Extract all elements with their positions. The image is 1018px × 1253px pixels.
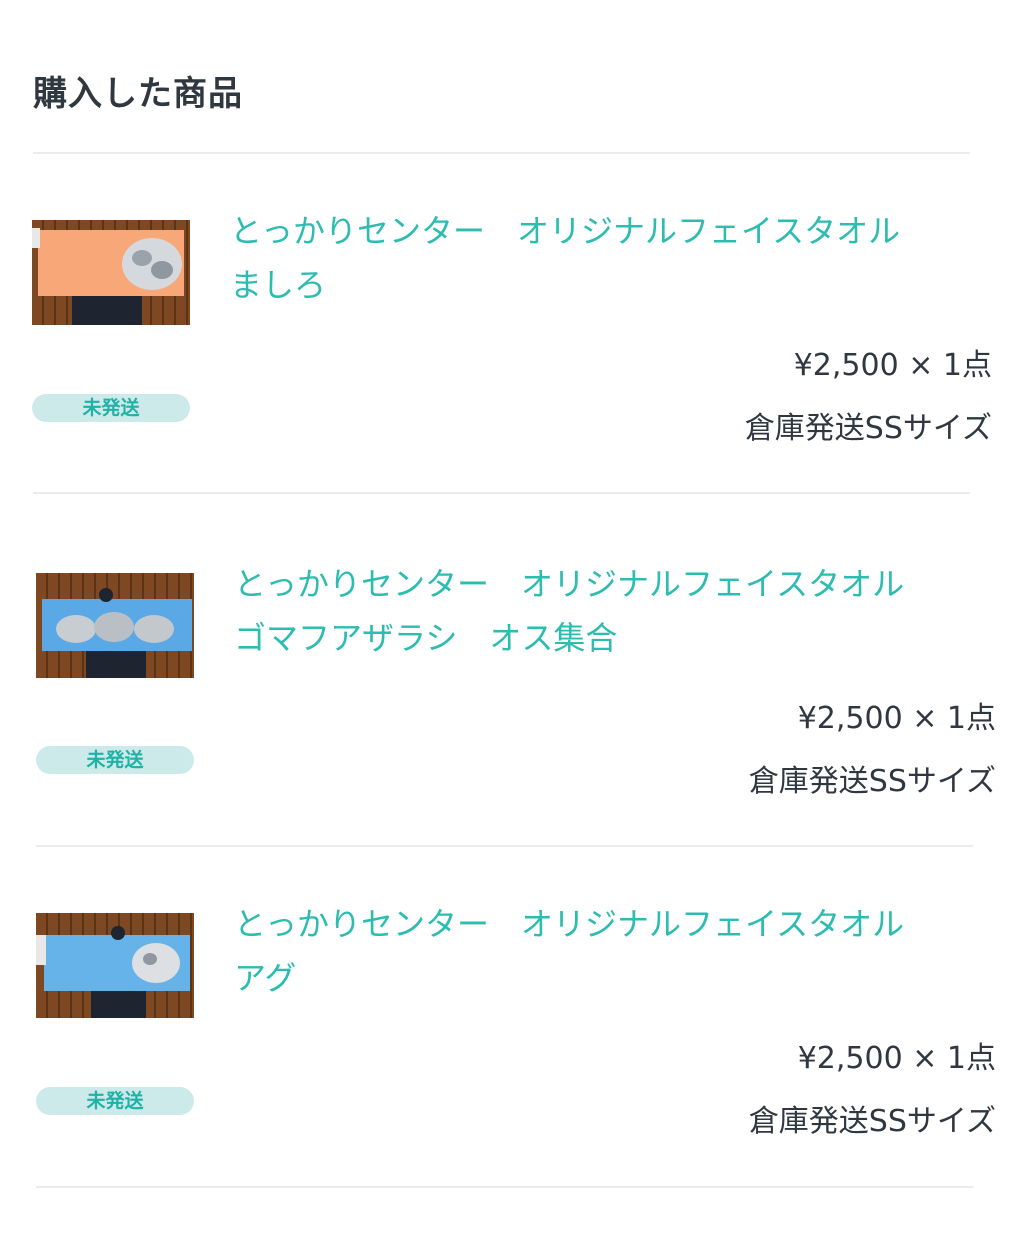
price-quantity: ¥2,500 × 1点 (797, 701, 996, 736)
product-title-line2: ゴマフアザラシ オス集合 (234, 619, 618, 657)
purchased-item-1: 未発送 とっかりセンター オリジナルフェイスタオル ましろ ¥2,500 × 1… (32, 212, 992, 560)
divider (33, 152, 970, 154)
product-title-line1: とっかりセンター オリジナルフェイスタオル (230, 212, 901, 250)
price-quantity: ¥2,500 × 1点 (797, 1041, 996, 1076)
product-image (32, 220, 190, 325)
product-title-link[interactable]: とっかりセンター オリジナルフェイスタオル ゴマフアザラシ オス集合 (234, 557, 954, 665)
purchased-item-3: 未発送 とっかりセンター オリジナルフェイスタオル アグ ¥2,500 × 1点… (36, 905, 996, 1253)
product-thumbnail[interactable] (36, 573, 194, 678)
divider (33, 492, 970, 494)
shipping-method: 倉庫発送SSサイズ (744, 411, 992, 446)
divider (36, 845, 973, 847)
product-title-link[interactable]: とっかりセンター オリジナルフェイスタオル アグ (234, 897, 954, 1005)
price-quantity: ¥2,500 × 1点 (793, 348, 992, 383)
status-badge: 未発送 (36, 746, 194, 774)
product-image (36, 573, 194, 678)
product-thumbnail[interactable] (36, 913, 194, 1018)
product-title-link[interactable]: とっかりセンター オリジナルフェイスタオル ましろ (230, 204, 950, 312)
status-badge: 未発送 (36, 1087, 194, 1115)
purchased-item-2: 未発送 とっかりセンター オリジナルフェイスタオル ゴマフアザラシ オス集合 ¥… (36, 565, 996, 913)
product-title-line1: とっかりセンター オリジナルフェイスタオル (234, 565, 905, 603)
shipping-method: 倉庫発送SSサイズ (748, 1104, 996, 1139)
product-title-line1: とっかりセンター オリジナルフェイスタオル (234, 905, 905, 943)
section-title: 購入した商品 (33, 74, 243, 114)
product-image (36, 913, 194, 1018)
product-thumbnail[interactable] (32, 220, 190, 325)
product-title-line2: アグ (234, 959, 297, 997)
status-badge: 未発送 (32, 394, 190, 422)
divider (36, 1186, 973, 1188)
shipping-method: 倉庫発送SSサイズ (748, 764, 996, 799)
product-title-line2: ましろ (230, 266, 327, 304)
